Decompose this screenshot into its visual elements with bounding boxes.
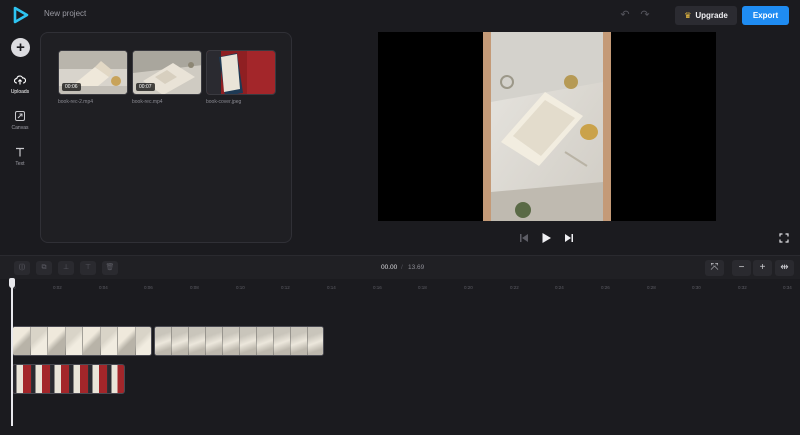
clip-frame	[155, 327, 172, 355]
duplicate-icon[interactable]: ⧉	[36, 261, 52, 275]
clip-frame	[223, 327, 240, 355]
ruler-tick: 0:02	[53, 285, 62, 290]
ruler-tick: 0:34	[783, 285, 792, 290]
media-thumbnail[interactable]: 00:06	[58, 50, 128, 95]
rail-item-canvas[interactable]: Canvas	[0, 110, 40, 131]
media-filename: book-cover.jpeg	[206, 99, 242, 105]
clip-frame	[70, 365, 89, 393]
preview-frame	[483, 32, 611, 221]
timeline-toolbar: ⟨|⟩ ⧉ ⊥ ⊤ 🗑 00.00 / 13.69 ⤧ − + ⇹	[0, 255, 800, 279]
media-filename: book-rec.mp4	[132, 99, 163, 105]
clip-frame	[48, 327, 66, 355]
project-name[interactable]: New project	[44, 9, 86, 18]
clip-frame	[32, 365, 51, 393]
canvas-resize-icon	[15, 111, 25, 121]
ruler-tick: 0:20	[464, 285, 473, 290]
total-duration: 13.69	[408, 264, 425, 271]
ruler-tick: 0:26	[601, 285, 610, 290]
left-rail: + Uploads Canvas Text	[0, 30, 40, 255]
book-cover-thumbnail	[207, 51, 275, 94]
redo-icon[interactable]: ↷	[638, 8, 652, 22]
clip-frame	[100, 327, 118, 355]
ruler-tick: 0:28	[647, 285, 656, 290]
media-thumbnail[interactable]: 00:07	[132, 50, 202, 95]
clip-duration: 00:06	[62, 83, 81, 91]
clip-frame	[13, 327, 31, 355]
media-filename: book-rec-2.mp4	[58, 99, 94, 105]
ruler-tick: 0:10	[236, 285, 245, 290]
ruler-tick: 0:16	[373, 285, 382, 290]
clip-frame	[51, 365, 70, 393]
ruler-tick: 0:06	[144, 285, 153, 290]
align-top-icon[interactable]: ⊤	[80, 261, 96, 275]
fullscreen-icon[interactable]	[779, 233, 789, 243]
clip-frame	[118, 327, 136, 355]
video-clip-book-rec[interactable]	[154, 326, 324, 356]
media-item[interactable]: book-cover.jpeg	[206, 50, 276, 105]
undo-icon[interactable]: ↶	[618, 8, 632, 22]
app-header: New project ↶ ↷ ♛ Upgrade Export	[0, 0, 800, 30]
align-bottom-icon[interactable]: ⊥	[58, 261, 74, 275]
rail-label-text: Text	[15, 161, 25, 167]
upgrade-label: Upgrade	[695, 11, 728, 20]
clip-frame	[65, 327, 83, 355]
clip-frame	[30, 327, 48, 355]
ruler-tick: 0:22	[510, 285, 519, 290]
expand-timeline-icon[interactable]: ⇹	[775, 260, 794, 276]
fit-timeline-icon[interactable]: ⤧	[705, 260, 724, 276]
current-time: 00.00	[381, 264, 398, 271]
text-icon	[16, 147, 24, 157]
export-button[interactable]: Export	[742, 6, 789, 25]
split-icon[interactable]: ⟨|⟩	[14, 261, 30, 275]
upgrade-button[interactable]: ♛ Upgrade	[675, 6, 737, 25]
play-icon[interactable]	[540, 232, 552, 244]
media-item[interactable]: 00:07 book-rec.mp4	[132, 50, 202, 105]
clip-frame	[135, 327, 151, 355]
clip-frame	[291, 327, 308, 355]
ruler-tick: 0:32	[738, 285, 747, 290]
skip-forward-icon[interactable]	[563, 232, 575, 244]
upload-cloud-icon	[14, 75, 26, 85]
clip-frame	[206, 327, 223, 355]
clip-frame	[257, 327, 274, 355]
clip-frame	[308, 327, 323, 355]
ruler-tick: 0:12	[281, 285, 290, 290]
rail-label-uploads: Uploads	[10, 89, 30, 95]
zoom-in-button[interactable]: +	[753, 260, 772, 276]
timeline-ruler[interactable]: 0 0:02 0:04 0:06 0:08 0:10 0:12 0:14 0:1…	[0, 279, 800, 295]
ruler-tick: 0:24	[555, 285, 564, 290]
media-item[interactable]: 00:06 book-rec-2.mp4	[58, 50, 128, 105]
ruler-tick: 0:08	[190, 285, 199, 290]
player-controls	[518, 232, 578, 246]
clip-frame	[274, 327, 291, 355]
ruler-tick: 0:14	[327, 285, 336, 290]
image-clip-book-cover[interactable]	[12, 364, 125, 394]
playhead-line[interactable]	[11, 286, 13, 426]
crown-icon: ♛	[684, 11, 692, 20]
video-preview[interactable]	[378, 32, 716, 221]
media-library-panel: 00:06 book-rec-2.mp4 00:07 book-rec.mp4	[40, 32, 292, 243]
ruler-tick: 0:30	[692, 285, 701, 290]
skip-back-icon[interactable]	[518, 232, 530, 244]
clip-frame	[172, 327, 189, 355]
app-logo-icon[interactable]	[12, 6, 30, 24]
zoom-out-button[interactable]: −	[732, 260, 751, 276]
rail-item-uploads[interactable]: Uploads	[0, 74, 40, 95]
ruler-tick: 0:04	[99, 285, 108, 290]
ruler-tick: 0:18	[418, 285, 427, 290]
add-media-button[interactable]: +	[11, 38, 30, 57]
clip-frame	[13, 365, 32, 393]
rail-item-text[interactable]: Text	[0, 146, 40, 167]
media-thumbnail[interactable]	[206, 50, 276, 95]
video-clip-book-rec-2[interactable]	[12, 326, 152, 356]
clip-duration: 00:07	[136, 83, 155, 91]
delete-icon[interactable]: 🗑	[102, 261, 118, 275]
time-separator: /	[401, 264, 403, 271]
clip-frame	[83, 327, 101, 355]
clip-frame	[240, 327, 257, 355]
clip-frame	[189, 327, 206, 355]
clip-frame	[108, 365, 124, 393]
rail-label-canvas: Canvas	[11, 125, 29, 131]
clip-frame	[89, 365, 108, 393]
